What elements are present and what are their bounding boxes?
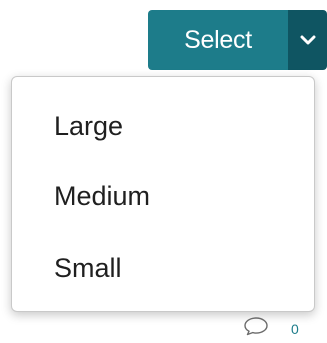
dropdown-toggle-button[interactable]: [288, 10, 327, 70]
select-button[interactable]: Select: [148, 10, 288, 70]
select-split-button: Select: [148, 10, 327, 70]
menu-item-medium[interactable]: Medium: [54, 183, 150, 210]
chevron-down-icon: [300, 34, 316, 46]
comment-count: 0: [291, 320, 299, 337]
comment-indicator[interactable]: 0: [243, 316, 299, 341]
page: Select Large Medium Small 0: [0, 0, 327, 343]
menu-item-small[interactable]: Small: [54, 255, 122, 282]
comment-icon: [243, 316, 269, 341]
menu-item-large[interactable]: Large: [54, 113, 123, 140]
dropdown-menu: Large Medium Small: [11, 76, 315, 312]
